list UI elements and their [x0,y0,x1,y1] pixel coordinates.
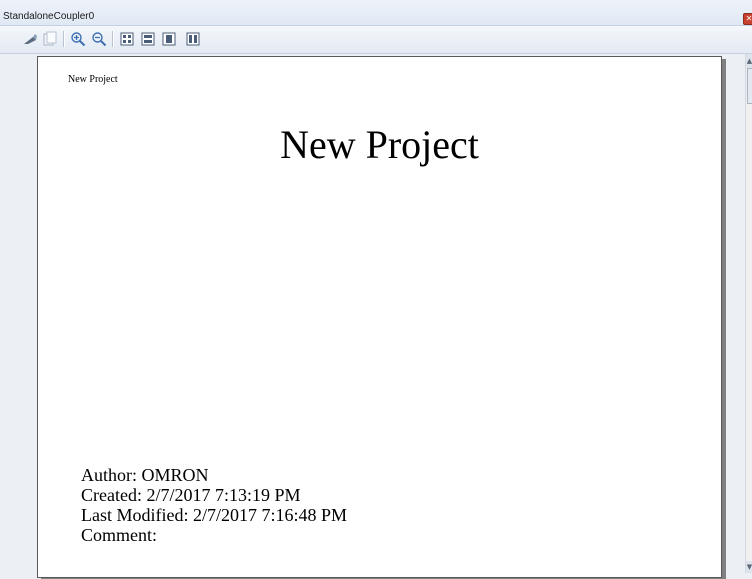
two-page-icon [186,32,200,46]
chevron-up-icon: ▲ [746,57,752,65]
close-button[interactable]: ✕ [743,13,752,25]
scroll-thumb[interactable] [747,68,752,104]
single-page-button[interactable] [160,30,178,48]
close-icon: ✕ [745,14,752,23]
preview-page: New Project New Project Author: OMRON Cr… [37,56,722,578]
fit-page-button[interactable] [118,30,136,48]
window-title: StandaloneCoupler0 [3,11,95,22]
fit-width-button[interactable] [139,30,157,48]
copy-button[interactable] [41,30,59,48]
zoom-out-button[interactable] [90,30,108,48]
zoom-in-button[interactable] [69,30,87,48]
two-page-button[interactable] [184,30,202,48]
zoom-out-icon [92,32,107,47]
page-header: New Project [68,74,118,85]
document-metadata: Author: OMRON Created: 2/7/2017 7:13:19 … [81,465,347,545]
vertical-scrollbar[interactable]: ▲ ▼ [745,54,752,573]
document-title: New Project [280,122,479,167]
print-button[interactable] [21,30,39,48]
copy-icon [43,31,57,46]
toolbar-separator [63,31,65,47]
comment-line: Comment: [81,525,157,545]
chevron-down-icon: ▼ [746,563,752,571]
scroll-down-button[interactable]: ▼ [746,561,752,573]
title-bar: StandaloneCoupler0 ✕ [0,0,752,26]
scroll-up-button[interactable]: ▲ [746,54,752,68]
zoom-in-icon [71,32,86,47]
fit-page-icon [120,32,134,46]
print-icon [24,34,37,44]
toolbar-separator [112,31,114,47]
created-line: Created: 2/7/2017 7:13:19 PM [81,485,301,505]
toolbar [0,26,752,54]
fit-width-icon [141,32,155,46]
single-page-icon [162,32,176,46]
author-line: Author: OMRON [81,465,209,485]
last-modified-line: Last Modified: 2/7/2017 7:16:48 PM [81,505,348,525]
